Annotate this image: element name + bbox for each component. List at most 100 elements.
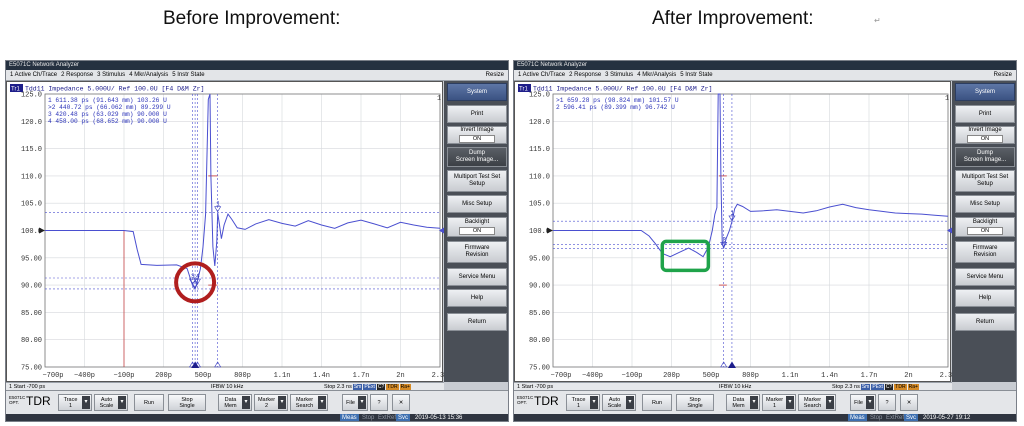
menu-item[interactable]: 5 Instr State	[172, 72, 204, 78]
softkey-panel: System Print Invert Image ON Dump Screen Ima…	[952, 81, 1016, 382]
softkey-label: Multiport Test Set Setup	[961, 174, 1009, 187]
softkey-invert-image[interactable]: Invert Image ON	[955, 126, 1015, 144]
dropdown-arrow-icon: ▾	[590, 396, 598, 409]
toolbar-button-label: Marker Search	[803, 396, 822, 409]
softkey-backlight[interactable]: Backlight ON	[955, 217, 1015, 237]
softkey-label: Invert Image	[460, 127, 494, 133]
softkey-backlight[interactable]: Backlight ON	[447, 217, 507, 237]
toolbar-button-label: Stop Single	[687, 396, 703, 409]
menu-item[interactable]: 3 Stimulus	[97, 72, 125, 78]
x-tick-label: 2.3n	[432, 372, 444, 380]
datetime: 2019-05-27 19:12	[923, 415, 971, 421]
toolbar-button-auto-scale[interactable]: Auto Scale ▾	[94, 394, 128, 411]
softkey-firmware-revision[interactable]: Firmware Revision	[955, 241, 1015, 263]
toolbar-button-trace-1[interactable]: Trace 1 ▾	[58, 394, 92, 411]
menu-item[interactable]: 5 Instr State	[680, 72, 712, 78]
app-title: E5071C Network Analyzer	[517, 62, 588, 68]
marker-readout: 1 611.38 ps (91.643 mm) 103.26 U	[48, 97, 167, 104]
dropdown-arrow-icon: ▾	[118, 396, 126, 409]
toolbar-button-file[interactable]: File ▾	[342, 394, 368, 411]
toolbar-button-label: Marker 2	[257, 396, 276, 409]
tdr-logo: E5071C OPT. TDR	[517, 394, 559, 408]
toolbar-button-label: Stop Single	[179, 396, 195, 409]
softkey-misc-setup[interactable]: Misc Setup	[447, 195, 507, 213]
softkey-print[interactable]: Print	[955, 105, 1015, 123]
softkey-label: Service Menu	[458, 273, 496, 280]
toolbar-button-data-mem[interactable]: Data Mem ▾	[726, 394, 760, 411]
toolbar-button-marker-search[interactable]: Marker Search ▾	[290, 394, 328, 411]
toolbar-button-stop-single[interactable]: Stop Single	[676, 394, 714, 411]
menu-item[interactable]: 2 Response	[569, 72, 601, 78]
softkey-label: Return	[467, 318, 486, 325]
softkey-multiport-test-set-setup[interactable]: Multiport Test Set Setup	[955, 170, 1015, 192]
toolbar-button-label: Marker 1	[765, 396, 784, 409]
toolbar-button-label: Run	[651, 399, 663, 406]
toolbar-button-run[interactable]: Run	[642, 394, 672, 411]
softkey-return[interactable]: Return	[955, 313, 1015, 331]
softkey-print[interactable]: Print	[447, 105, 507, 123]
reference-arrow-icon	[39, 227, 45, 234]
softkey-service-menu[interactable]: Service Menu	[955, 268, 1015, 286]
toolbar-button-stop-single[interactable]: Stop Single	[168, 394, 206, 411]
softkey-multiport-test-set-setup[interactable]: Multiport Test Set Setup	[447, 170, 507, 192]
toolbar-button-help[interactable]: ?	[878, 394, 896, 411]
toolbar-button-close[interactable]: ✕	[392, 394, 410, 411]
softkey-label: System	[466, 88, 487, 95]
softkey-system[interactable]: System	[955, 83, 1015, 101]
toolbar-button-marker-2[interactable]: Marker 2 ▾	[254, 394, 288, 411]
trace-label: Tdd11 Impedance 5.000U/ Ref 100.0U [F4 D…	[533, 86, 712, 93]
toolbar-button-auto-scale[interactable]: Auto Scale ▾	[602, 394, 636, 411]
x-tick-label: −100p	[113, 372, 134, 380]
menu-item[interactable]: 4 Mkr/Analysis	[637, 72, 676, 78]
toolbar-button-marker-search[interactable]: Marker Search ▾	[798, 394, 836, 411]
after-heading: After Improvement:	[652, 8, 814, 29]
softkey-dump-screen-image[interactable]: Dump Screen Image...	[447, 147, 507, 167]
softkey-firmware-revision[interactable]: Firmware Revision	[447, 241, 507, 263]
softkey-help[interactable]: Help	[955, 289, 1015, 307]
menu-item[interactable]: 3 Stimulus	[605, 72, 633, 78]
toolbar-button-close[interactable]: ✕	[900, 394, 918, 411]
y-tick-label: 95.00	[21, 255, 42, 263]
toolbar-button-run[interactable]: Run	[134, 394, 164, 411]
menu-item[interactable]: 4 Mkr/Analysis	[129, 72, 168, 78]
stop-indicator: Stop	[362, 415, 375, 421]
softkey-help[interactable]: Help	[447, 289, 507, 307]
logo-tdr: TDR	[534, 394, 559, 408]
softkey-dump-screen-image[interactable]: Dump Screen Image...	[955, 147, 1015, 167]
menu-item[interactable]: 2 Response	[61, 72, 93, 78]
softkey-invert-image[interactable]: Invert Image ON	[447, 126, 507, 144]
toolbar-button-label: Run	[143, 399, 155, 406]
toolbar-button-label: File	[854, 399, 863, 406]
menu-item[interactable]: 1 Active Ch/Trace	[518, 72, 565, 78]
softkey-service-menu[interactable]: Service Menu	[447, 268, 507, 286]
softkey-system[interactable]: System	[447, 83, 507, 101]
x-tick-label: 1.7n	[861, 372, 878, 380]
toolbar-button-label: File	[346, 399, 355, 406]
softkey-label: Backlight	[972, 219, 998, 225]
x-tick-label: 800p	[742, 372, 759, 380]
instrument-status-bar: Meas Stop ExtRef Svc 2019-05-13 15:36	[6, 414, 508, 421]
softkey-misc-setup[interactable]: Misc Setup	[955, 195, 1015, 213]
menu-item[interactable]: 1 Active Ch/Trace	[10, 72, 57, 78]
window-titlebar: E5071C Network Analyzer	[6, 61, 508, 70]
toolbar-button-trace-1[interactable]: Trace 1 ▾	[566, 394, 600, 411]
dropdown-arrow-icon: ▾	[82, 396, 90, 409]
y-tick-label: 105.0	[21, 201, 42, 209]
dropdown-arrow-icon: ▾	[318, 396, 326, 409]
y-tick-label: 110.0	[529, 173, 550, 181]
toolbar-button-marker-1[interactable]: Marker 1 ▾	[762, 394, 796, 411]
toolbar-button-label: ?	[885, 399, 889, 406]
window-titlebar: E5071C Network Analyzer	[514, 61, 1016, 70]
x-tick-label: −400p	[582, 372, 603, 380]
resize-button[interactable]: Resize	[994, 70, 1012, 80]
toolbar-button-data-mem[interactable]: Data Mem ▾	[218, 394, 252, 411]
resize-button[interactable]: Resize	[486, 70, 504, 80]
x-tick-label: 2n	[904, 372, 912, 380]
toolbar-button-help[interactable]: ?	[370, 394, 388, 411]
marker-readout: 3 420.48 ps (63.029 mm) 90.000 U	[48, 111, 167, 118]
trace-badge-label: Tr1	[11, 87, 20, 93]
y-tick-label: 75.00	[21, 365, 42, 373]
toolbar-button-label: ?	[377, 399, 381, 406]
softkey-return[interactable]: Return	[447, 313, 507, 331]
toolbar-button-file[interactable]: File ▾	[850, 394, 876, 411]
